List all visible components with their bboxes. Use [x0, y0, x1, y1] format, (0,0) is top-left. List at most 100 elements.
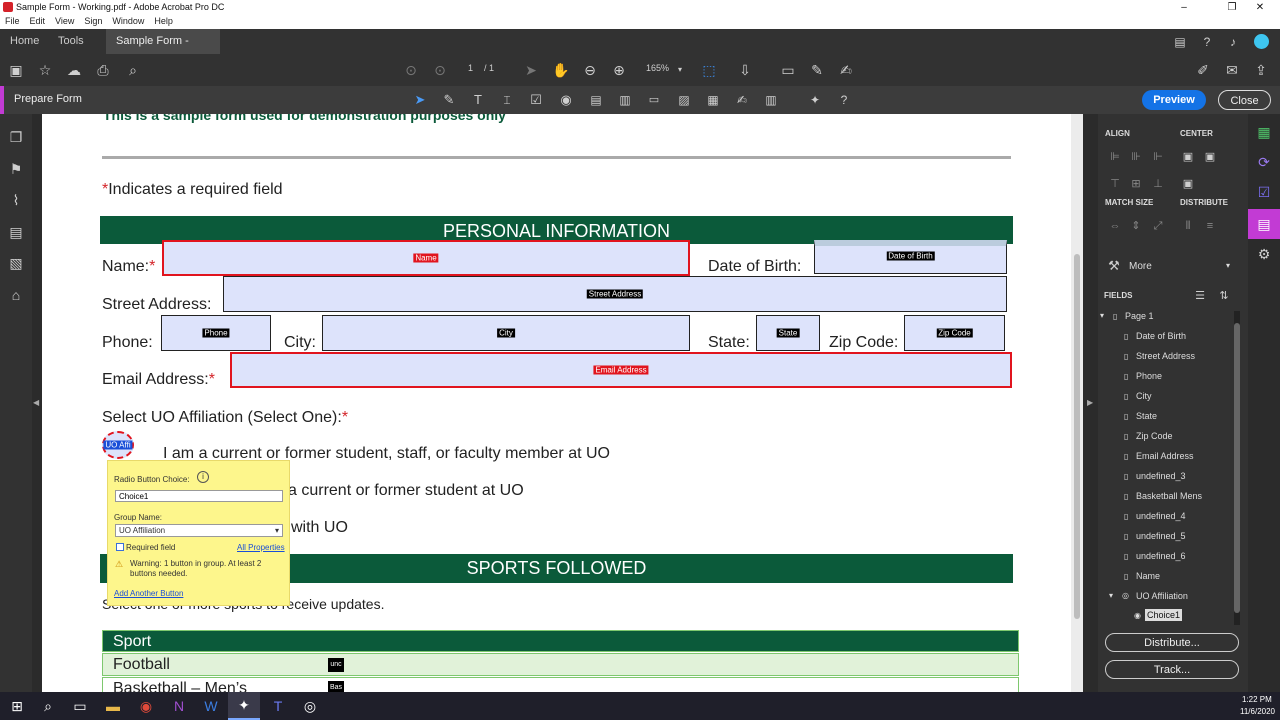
match-width-icon[interactable]: ⇔	[1106, 217, 1124, 235]
hand-icon[interactable]: ✋	[552, 61, 570, 79]
clock-time[interactable]: 1:22 PM	[1242, 695, 1272, 704]
field-list-item[interactable]: Basketball Mens	[1136, 491, 1202, 501]
document-scrollbar[interactable]	[1071, 114, 1083, 692]
date-tool-icon[interactable]: ▦	[704, 91, 722, 109]
required-checkbox[interactable]	[116, 543, 124, 551]
bookmarks-icon[interactable]: ⚑	[7, 160, 25, 178]
field-options-icon[interactable]: ⇅	[1215, 287, 1233, 305]
tab-home[interactable]: Home	[0, 29, 49, 54]
share-icon[interactable]: ⇪	[1252, 61, 1270, 79]
field-choice1[interactable]: Choice1	[1145, 609, 1183, 621]
edit-fields-icon[interactable]: ✎	[440, 91, 458, 109]
tags-icon[interactable]: ⌂	[7, 286, 25, 304]
tab-document[interactable]: Sample Form - Wor... ×	[106, 29, 220, 72]
align-left-icon[interactable]: ⊫	[1106, 148, 1124, 166]
tab-tools[interactable]: Tools	[48, 29, 94, 54]
field-list-item[interactable]: City	[1136, 391, 1152, 401]
search-icon[interactable]: ⌕	[124, 61, 142, 79]
request-signature-icon[interactable]: ☑	[1255, 183, 1273, 201]
scroll-mode-icon[interactable]: ⇩	[736, 61, 754, 79]
chrome-icon[interactable]: ◉	[137, 697, 155, 715]
add-another-button-link[interactable]: Add Another Button	[114, 589, 183, 598]
organize-pages-icon[interactable]: ⟳	[1255, 153, 1273, 171]
menu-edit[interactable]: Edit	[25, 15, 51, 27]
form-help-icon[interactable]: ?	[835, 91, 853, 109]
more-label[interactable]: More	[1129, 261, 1152, 272]
close-window-icon[interactable]: ✕	[1240, 0, 1280, 15]
fill-sign-icon[interactable]: ✐	[1194, 61, 1212, 79]
field-list-item[interactable]: Date of Birth	[1136, 331, 1186, 341]
field-list-item[interactable]: undefined_3	[1136, 471, 1186, 481]
zip-field[interactable]: Zip Code	[904, 315, 1005, 351]
center-vertical-icon[interactable]: ▣	[1201, 148, 1219, 166]
group-name-select[interactable]: UO Affiliation ▾	[115, 524, 283, 537]
field-list-item[interactable]: Zip Code	[1136, 431, 1173, 441]
match-both-icon[interactable]: ⤢	[1149, 217, 1167, 235]
page-current[interactable]: 1	[468, 63, 473, 73]
bookmark-star-icon[interactable]: ☆	[36, 61, 54, 79]
page-thumbnails-icon[interactable]: ❐	[7, 128, 25, 146]
state-field[interactable]: State	[756, 315, 820, 351]
next-page-icon[interactable]: ⊙	[431, 61, 449, 79]
menu-help[interactable]: Help	[149, 15, 178, 27]
checkbox-tool-icon[interactable]: ☑	[527, 91, 545, 109]
menu-file[interactable]: File	[0, 15, 25, 27]
align-center-icon[interactable]: ⊪	[1127, 148, 1145, 166]
fields-scrollbar[interactable]	[1234, 311, 1240, 625]
help-icon[interactable]: ?	[1198, 33, 1216, 51]
menu-sign[interactable]: Sign	[79, 15, 107, 27]
sign-icon[interactable]: ✍	[837, 61, 855, 79]
barcode-tool-icon[interactable]: ▥	[762, 91, 780, 109]
align-bottom-icon[interactable]: ⊥	[1149, 175, 1167, 193]
basketball-checkbox[interactable]: Bas	[328, 681, 344, 692]
upload-cloud-icon[interactable]: ☁	[65, 61, 83, 79]
print-icon[interactable]: ⎙	[94, 61, 112, 79]
more-chevron-icon[interactable]: ▾	[1226, 261, 1230, 270]
align-top-icon[interactable]: ⊤	[1106, 175, 1124, 193]
field-list-item[interactable]: Email Address	[1136, 451, 1194, 461]
dob-field[interactable]: Date of Birth	[814, 240, 1007, 274]
taskbar-search-icon[interactable]: ⌕	[39, 697, 57, 715]
field-list-item[interactable]: Street Address	[1136, 351, 1195, 361]
center-horizontal-icon[interactable]: ▣	[1179, 148, 1197, 166]
account-avatar[interactable]	[1254, 34, 1269, 49]
left-collapse-handle[interactable]: ◀	[32, 114, 42, 692]
field-list-item[interactable]: Phone	[1136, 371, 1162, 381]
content-icon[interactable]: ▧	[7, 254, 25, 272]
file-explorer-icon[interactable]: ▬	[104, 697, 122, 715]
email-icon[interactable]: ✉	[1223, 61, 1241, 79]
group-chevron-icon[interactable]: ▾	[1109, 591, 1113, 600]
phone-field[interactable]: Phone	[161, 315, 271, 351]
customize-tools-icon[interactable]: ⚙	[1255, 245, 1273, 263]
dropdown-tool-icon[interactable]: ▥	[616, 91, 634, 109]
select-object-icon[interactable]: ➤	[411, 91, 429, 109]
distribute-horizontal-icon[interactable]: ⫴	[1179, 217, 1197, 235]
fields-page-1[interactable]: Page 1	[1125, 311, 1154, 321]
field-list-item[interactable]: Name	[1136, 571, 1160, 581]
task-view-icon[interactable]: ▭	[71, 697, 89, 715]
scrollbar-thumb[interactable]	[1074, 254, 1080, 619]
comment-icon[interactable]: ▤	[1171, 33, 1189, 51]
field-list-item[interactable]: undefined_5	[1136, 531, 1186, 541]
comment-tool-icon[interactable]: ▭	[779, 61, 797, 79]
zoom-in-icon[interactable]: ⊕	[610, 61, 628, 79]
menu-window[interactable]: Window	[107, 15, 149, 27]
select-arrow-icon[interactable]: ➤	[522, 61, 540, 79]
highlight-pen-icon[interactable]: ✎	[808, 61, 826, 79]
onenote-icon[interactable]: N	[170, 697, 188, 715]
match-height-icon[interactable]: ⇕	[1127, 217, 1145, 235]
distribute-vertical-icon[interactable]: ≡	[1201, 217, 1219, 235]
pin-icon[interactable]: ✦	[806, 91, 824, 109]
radio-tool-icon[interactable]: ◉	[557, 91, 575, 109]
prev-page-icon[interactable]: ⊙	[402, 61, 420, 79]
minimize-icon[interactable]: –	[1164, 0, 1204, 15]
attachments-icon[interactable]: ⌇	[7, 191, 25, 209]
export-pdf-icon[interactable]: ▦	[1255, 123, 1273, 141]
align-middle-icon[interactable]: ⊞	[1127, 175, 1145, 193]
image-tool-icon[interactable]: ▨	[675, 91, 693, 109]
button-tool-icon[interactable]: ▭	[645, 91, 663, 109]
street-field[interactable]: Street Address	[223, 276, 1007, 312]
align-right-icon[interactable]: ⊩	[1149, 148, 1167, 166]
app-icon[interactable]: ◎	[301, 697, 319, 715]
track-button[interactable]: Track...	[1105, 660, 1239, 679]
